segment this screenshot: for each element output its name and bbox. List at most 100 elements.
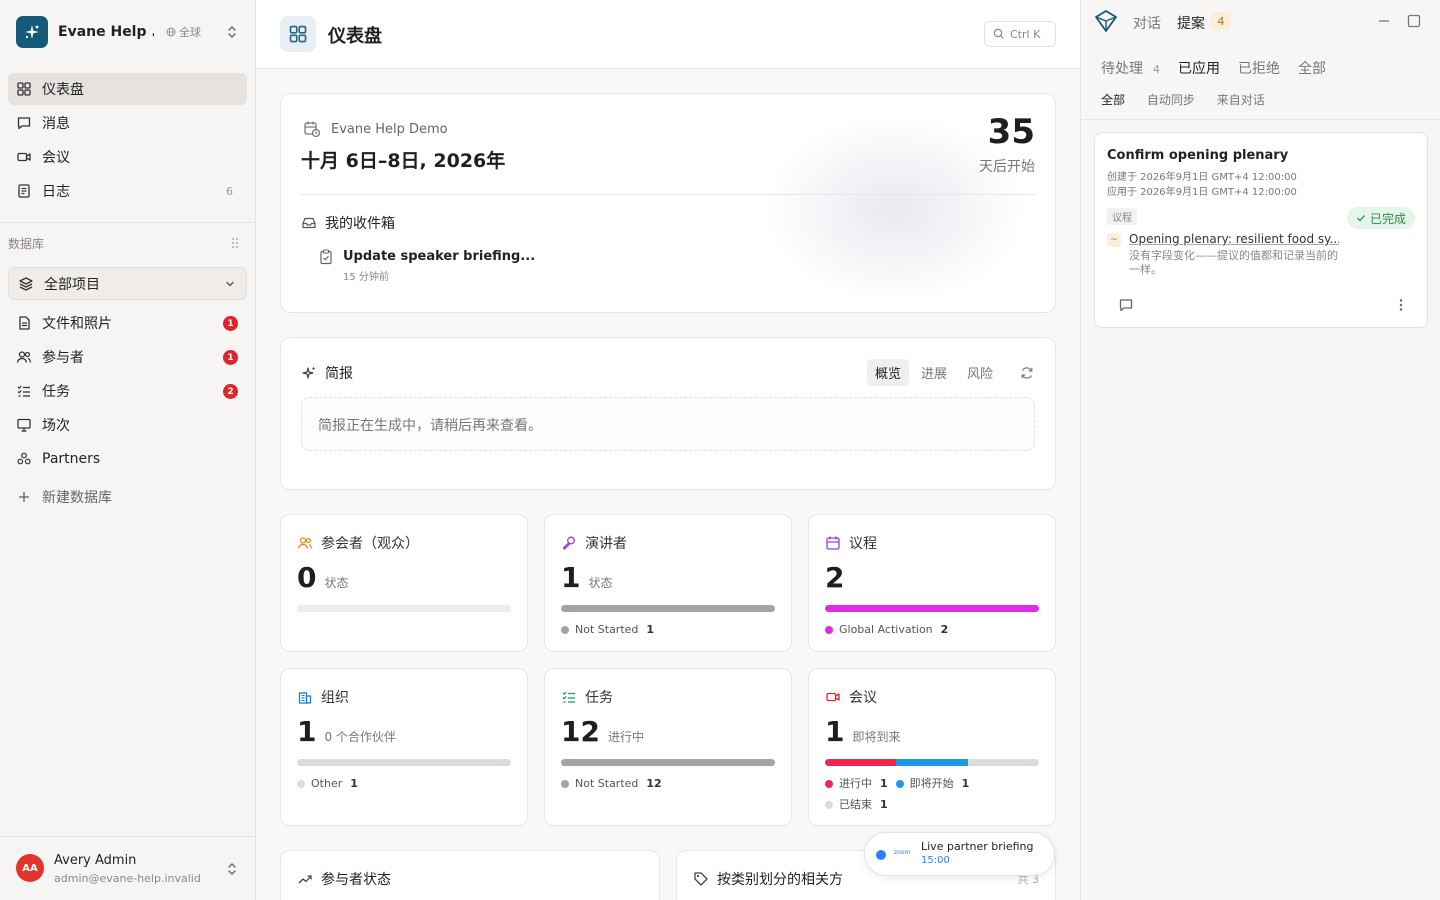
stat-bar-segment [967, 759, 1039, 766]
avatar: AA [16, 854, 44, 882]
briefing-placeholder: 简报正在生成中，请稍后再来查看。 [301, 397, 1035, 451]
user-menu[interactable]: AA Avery Admin admin@evane-help.invalid [0, 836, 256, 900]
video-icon [826, 692, 840, 702]
stat-value: 1 [825, 715, 845, 748]
status-badge: 已完成 [1346, 207, 1415, 229]
legend-item: Global Activation 2 [825, 620, 948, 640]
filter-pending[interactable]: 待处理 4 [1101, 58, 1160, 78]
participant-status-title: 参与者状态 [321, 872, 391, 888]
refresh-icon[interactable] [1019, 365, 1035, 381]
nav-item-log[interactable]: 日志 6 [8, 175, 247, 207]
meeting-toast[interactable]: zoom Live partner briefing 15:00 [864, 832, 1055, 876]
dashboard-icon [17, 82, 31, 96]
comment-icon[interactable] [1118, 297, 1134, 313]
more-options-icon[interactable] [1399, 298, 1403, 312]
sidebar-item-partners[interactable]: Partners [8, 443, 247, 475]
workspace-scope: 全球 [166, 24, 201, 40]
stat-value: 1 [561, 561, 581, 594]
proposal-created: 创建于 2026年9月1日 GMT+4 12:00:00 [1107, 172, 1297, 183]
check-icon [1357, 215, 1365, 222]
stat-value: 12 [561, 715, 600, 748]
nav-item-label: 会议 [42, 150, 70, 166]
stat-card-attendees[interactable]: 参会者（观众） 0 状态 [280, 514, 528, 652]
proposal-record-link[interactable]: Opening plenary: resilient food sy... [1129, 232, 1339, 246]
legend-count: 1 [646, 623, 655, 636]
workspace-scope-label: 全球 [179, 26, 201, 39]
proposal-description: 没有字段变化——提议的值都和记录当前的一样。 [1129, 249, 1338, 276]
sidebar-item-label: 参与者 [42, 350, 84, 366]
stat-subtitle: 状态 [324, 576, 349, 590]
stat-subtitle: 0 个合作伙伴 [324, 730, 396, 744]
tab-overview[interactable]: 概览 [866, 359, 909, 386]
all-items-label: 全部项目 [44, 276, 100, 293]
stat-card-meetings[interactable]: 会议 1 即将到来 进行中 1 即将开始 1 已结束 1 [808, 668, 1056, 826]
stat-legend: Global Activation 2 [825, 620, 956, 641]
search-shortcut: Ctrl K [1010, 27, 1041, 41]
stat-value-row: 1 即将到来 [825, 715, 901, 748]
stat-card-organizations[interactable]: 组织 1 0 个合作伙伴 Other 1 [280, 668, 528, 826]
tab-risks[interactable]: 风险 [959, 359, 1001, 386]
tab-chat[interactable]: 对话 [1133, 13, 1161, 33]
stat-bar [825, 605, 1039, 612]
subfilter-from-chat[interactable]: 来自对话 [1217, 93, 1265, 107]
nav-item-messages[interactable]: 消息 [8, 107, 247, 139]
stat-bar-segment [561, 605, 775, 612]
inbox-item-time: 15 分钟前 [343, 272, 389, 283]
stat-subtitle: 状态 [588, 576, 613, 590]
workspace-switcher[interactable]: Evane Help ... 全球 [16, 16, 244, 48]
inbox-item[interactable]: Update speaker briefing... 15 分钟前 [319, 249, 535, 283]
search-icon [993, 28, 1004, 39]
legend-label: Not Started [575, 623, 639, 636]
page-title: 仪表盘 [328, 26, 382, 47]
subfilter-auto-sync[interactable]: 自动同步 [1147, 93, 1195, 107]
event-dates: 十月 6日–8日, 2026年 [301, 150, 506, 172]
stat-card-agenda[interactable]: 议程 2 Global Activation 2 [808, 514, 1056, 652]
chevron-updown-icon[interactable] [226, 24, 238, 40]
chevron-updown-icon[interactable] [226, 861, 238, 877]
stat-heading: 参会者（观众） [297, 533, 419, 553]
proposal-status-filters: 待处理 4 已应用 已拒绝 全部 [1101, 58, 1344, 78]
filter-applied[interactable]: 已应用 [1178, 58, 1220, 78]
sidebar-item-tasks[interactable]: 任务 2 [8, 375, 247, 407]
zoom-logo: zoom [894, 849, 911, 856]
new-database-button[interactable]: 新建数据库 [8, 481, 247, 513]
stat-value: 0 [297, 561, 317, 594]
sidebar-item-sessions[interactable]: 场次 [8, 409, 247, 441]
drag-handle-icon[interactable] [231, 237, 239, 249]
stat-card-tasks[interactable]: 任务 12 进行中 Not Started 12 [544, 668, 792, 826]
dashboard-icon [280, 16, 316, 52]
stat-subtitle: 进行中 [607, 730, 644, 744]
legend-count: 12 [646, 777, 662, 790]
nav-item-meetings[interactable]: 会议 [8, 141, 247, 173]
all-items-dropdown[interactable]: 全部项目 [8, 267, 247, 300]
tab-proposals[interactable]: 提案 [1177, 13, 1205, 33]
subfilter-all[interactable]: 全部 [1101, 93, 1125, 107]
globe-icon [166, 27, 176, 37]
inbox-heading: 我的收件箱 [301, 213, 395, 233]
legend-dot [895, 780, 904, 788]
event-name-row: Evane Help Demo [303, 120, 448, 138]
proposal-card[interactable]: Confirm opening plenary 创建于 2026年9月1日 GM… [1094, 132, 1428, 328]
toast-time: 15:00 [921, 855, 950, 866]
legend-label: Not Started [575, 777, 639, 790]
stat-value-row: 2 [825, 561, 852, 594]
event-card-glow [765, 114, 1025, 304]
legend-dot [561, 780, 569, 788]
file-icon [19, 316, 30, 330]
stat-bar [297, 605, 511, 612]
minimize-icon[interactable] [1377, 14, 1391, 28]
legend-count: 1 [880, 798, 888, 811]
stat-bar [561, 759, 775, 766]
filter-rejected[interactable]: 已拒绝 [1238, 58, 1280, 78]
sidebar-item-participants[interactable]: 参与者 1 [8, 341, 247, 373]
sidebar-item-files[interactable]: 文件和照片 1 [8, 307, 247, 339]
search-button[interactable]: Ctrl K [984, 21, 1056, 47]
days-until-label: 天后开始 [979, 159, 1035, 175]
tab-progress[interactable]: 进展 [913, 359, 955, 386]
filter-all[interactable]: 全部 [1298, 58, 1326, 78]
panel-divider [1081, 119, 1440, 120]
nav-item-dashboard[interactable]: 仪表盘 [8, 73, 247, 105]
stat-value-row: 0 状态 [297, 561, 349, 594]
stat-card-speakers[interactable]: 演讲者 1 状态 Not Started 1 [544, 514, 792, 652]
maximize-icon[interactable] [1407, 14, 1421, 28]
